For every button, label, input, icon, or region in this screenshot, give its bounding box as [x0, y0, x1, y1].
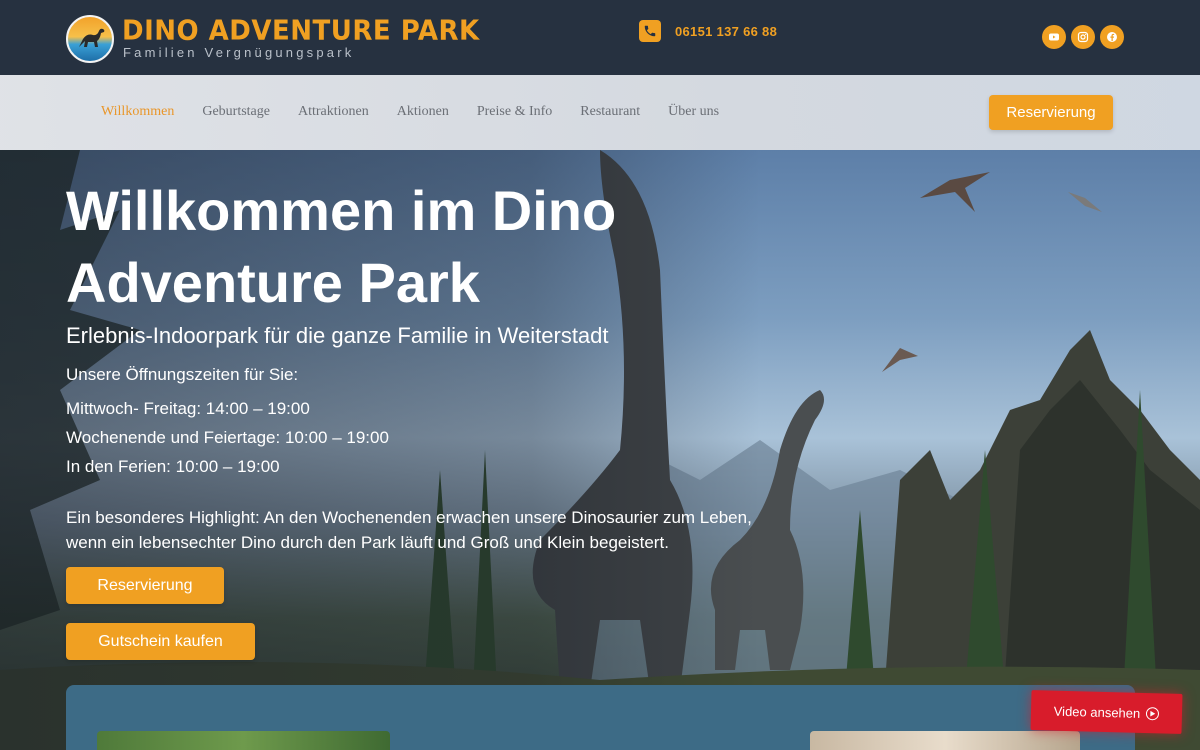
hero-section: Willkommen im Dino Adventure Park Erlebn…: [0, 150, 1200, 750]
opening-hours-weekend: Wochenende und Feiertage: 10:00 – 19:00: [66, 428, 389, 447]
hero-reserve-button[interactable]: Reservierung: [66, 567, 224, 604]
hero-subtitle: Erlebnis-Indoorpark für die ganze Famili…: [66, 323, 609, 348]
main-navigation-bar: Willkommen Geburtstage Attraktionen Akti…: [0, 75, 1200, 150]
hero-title: Willkommen im Dino Adventure Park: [66, 179, 617, 314]
nav-item-geburtstage[interactable]: Geburtstage: [202, 104, 270, 120]
nav-item-restaurant[interactable]: Restaurant: [580, 104, 640, 120]
site-logo[interactable]: DINO ADVENTURE PARK Familien Vergnügungs…: [66, 14, 480, 64]
nav-reserve-button[interactable]: Reservierung: [989, 95, 1113, 130]
top-bar: DINO ADVENTURE PARK Familien Vergnügungs…: [0, 0, 1200, 75]
dinosaur-logo-icon: [79, 28, 105, 47]
phone-icon: [639, 20, 661, 42]
instagram-icon[interactable]: [1071, 25, 1095, 49]
facebook-icon[interactable]: [1100, 25, 1124, 49]
opening-hours-holidays: In den Ferien: 10:00 – 19:00: [66, 457, 280, 476]
buy-voucher-button[interactable]: Gutschein kaufen: [66, 623, 255, 660]
nav-item-willkommen[interactable]: Willkommen: [101, 104, 174, 120]
nav-item-attraktionen[interactable]: Attraktionen: [298, 104, 369, 120]
main-nav: Willkommen Geburtstage Attraktionen Akti…: [101, 104, 747, 120]
phone-contact[interactable]: 06151 137 66 88: [639, 20, 777, 42]
watch-video-button[interactable]: Video ansehen: [1030, 690, 1183, 734]
social-links: [1042, 25, 1124, 49]
opening-hours-weekday: Mittwoch- Freitag: 14:00 – 19:00: [66, 399, 310, 418]
watch-video-label: Video ansehen: [1053, 703, 1141, 721]
content-panel: [66, 685, 1135, 750]
opening-hours-list: Mittwoch- Freitag: 14:00 – 19:00 Wochene…: [66, 394, 389, 481]
phone-number: 06151 137 66 88: [675, 23, 778, 39]
youtube-icon[interactable]: [1042, 25, 1066, 49]
logo-subtitle: Familien Vergnügungspark: [123, 45, 355, 60]
nav-item-ueber-uns[interactable]: Über uns: [668, 104, 719, 120]
play-circle-icon: [1146, 706, 1160, 720]
opening-hours-heading: Unsere Öffnungszeiten für Sie:: [66, 365, 299, 384]
logo-title: DINO ADVENTURE PARK: [122, 15, 480, 47]
panel-image-left: [97, 731, 390, 750]
nav-item-preise-info[interactable]: Preise & Info: [477, 104, 552, 120]
panel-image-right: [810, 731, 1080, 750]
logo-badge: [66, 15, 114, 63]
hero-highlight-text: Ein besonderes Highlight: An den Wochene…: [66, 508, 752, 552]
nav-item-aktionen[interactable]: Aktionen: [397, 104, 449, 120]
